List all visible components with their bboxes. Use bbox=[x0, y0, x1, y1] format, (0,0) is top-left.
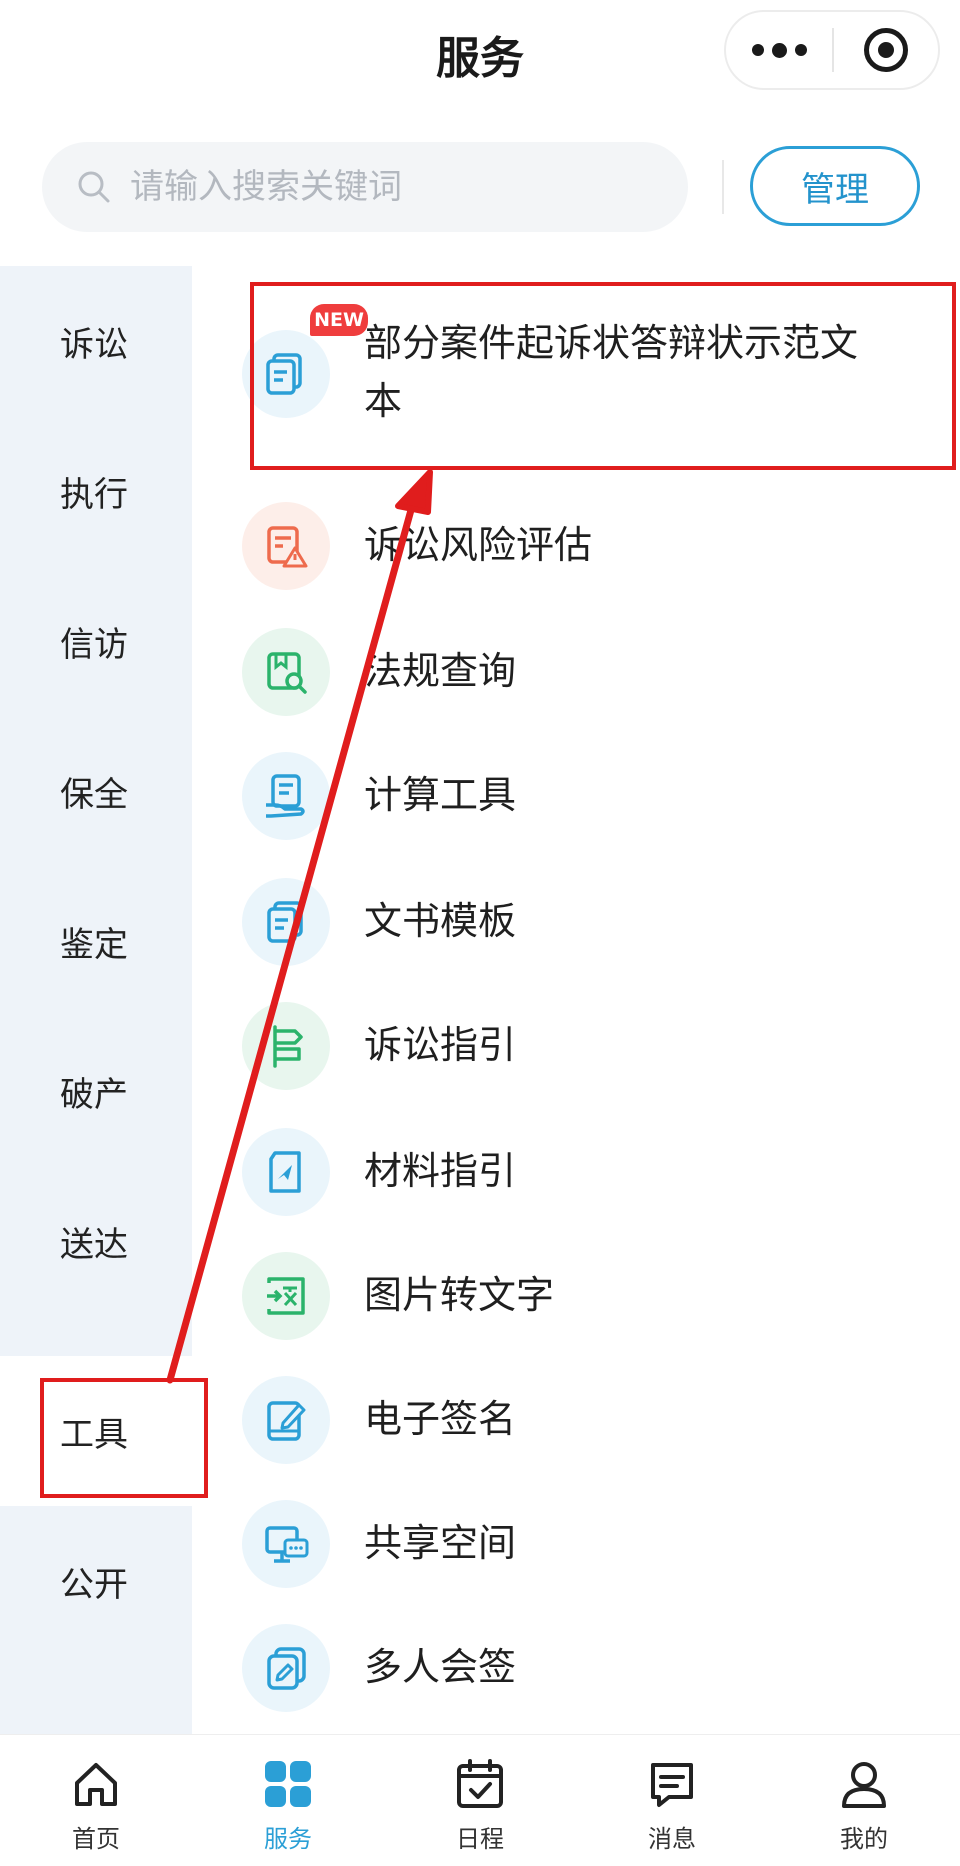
sidebar-item-petition[interactable]: 信访 bbox=[0, 566, 192, 716]
sidebar-item-preservation[interactable]: 保全 bbox=[0, 716, 192, 866]
tab-messages[interactable]: 消息 bbox=[576, 1735, 768, 1866]
dot-icon bbox=[794, 44, 807, 56]
tool-item-image-to-text[interactable]: 图片转文字 bbox=[192, 1246, 960, 1346]
category-sidebar: 诉讼 执行 信访 保全 鉴定 破产 送达 工具 公开 bbox=[0, 266, 192, 1734]
image-to-text-icon bbox=[242, 1252, 330, 1340]
sidebar-item-bankruptcy[interactable]: 破产 bbox=[0, 1016, 192, 1166]
message-icon bbox=[651, 1763, 693, 1807]
tab-schedule[interactable]: 日程 bbox=[384, 1735, 576, 1866]
risk-warning-icon bbox=[242, 502, 330, 590]
signpost-icon bbox=[242, 1002, 330, 1090]
tool-item-multi-sign[interactable]: 多人会签 bbox=[192, 1618, 960, 1718]
template-doc-icon bbox=[242, 878, 330, 966]
close-mini-program-button[interactable] bbox=[834, 12, 938, 88]
tool-item-litigation-guide[interactable]: 诉讼指引 bbox=[192, 996, 960, 1096]
calculator-doc-icon bbox=[242, 752, 330, 840]
dot-icon bbox=[751, 44, 764, 56]
tool-label: 文书模板 bbox=[364, 899, 517, 943]
tool-label: 材料指引 bbox=[364, 1149, 517, 1193]
tool-item-risk-assessment[interactable]: 诉讼风险评估 bbox=[192, 496, 960, 596]
sidebar-item-litigation[interactable]: 诉讼 bbox=[0, 266, 192, 416]
law-search-icon bbox=[242, 628, 330, 716]
tab-home[interactable]: 首页 bbox=[0, 1735, 192, 1866]
manage-button[interactable]: 管理 bbox=[750, 146, 920, 226]
material-guide-icon bbox=[242, 1128, 330, 1216]
highlight-box bbox=[250, 282, 956, 470]
shared-space-icon bbox=[242, 1500, 330, 1588]
search-bar[interactable] bbox=[42, 142, 688, 232]
tab-mine[interactable]: 我的 bbox=[768, 1735, 960, 1866]
sidebar-item-execution[interactable]: 执行 bbox=[0, 416, 192, 566]
dot-icon bbox=[771, 42, 787, 58]
tool-item-shared-space[interactable]: 共享空间 bbox=[192, 1494, 960, 1594]
home-icon bbox=[75, 1763, 117, 1806]
search-input[interactable] bbox=[130, 167, 650, 207]
nav-header: 服务 bbox=[0, 0, 960, 110]
search-divider bbox=[722, 160, 724, 214]
tool-item-material-guide[interactable]: 材料指引 bbox=[192, 1122, 960, 1222]
target-icon bbox=[863, 28, 908, 72]
tool-item-law-search[interactable]: 法规查询 bbox=[192, 622, 960, 722]
tool-label: 诉讼指引 bbox=[364, 1023, 517, 1067]
tool-item-calculator[interactable]: 计算工具 bbox=[192, 746, 960, 846]
tool-label: 图片转文字 bbox=[364, 1273, 555, 1317]
more-options-button[interactable] bbox=[726, 12, 832, 88]
mini-program-capsule bbox=[724, 10, 940, 90]
tool-label: 多人会签 bbox=[364, 1645, 517, 1689]
search-icon bbox=[78, 171, 110, 203]
user-icon bbox=[842, 1762, 886, 1808]
sidebar-item-public[interactable]: 公开 bbox=[0, 1506, 192, 1656]
sidebar-item-delivery[interactable]: 送达 bbox=[0, 1166, 192, 1316]
tool-label: 法规查询 bbox=[364, 649, 517, 693]
tool-label: 共享空间 bbox=[364, 1521, 517, 1565]
tool-label: 计算工具 bbox=[364, 773, 517, 817]
tools-highlight-box bbox=[40, 1378, 208, 1498]
tool-label: 电子签名 bbox=[364, 1397, 517, 1441]
e-signature-icon bbox=[242, 1376, 330, 1464]
tool-item-doc-template[interactable]: 文书模板 bbox=[192, 872, 960, 972]
calendar-icon bbox=[457, 1759, 503, 1808]
multi-sign-icon bbox=[242, 1624, 330, 1712]
tab-service[interactable]: 服务 bbox=[192, 1735, 384, 1866]
sidebar-item-appraisal[interactable]: 鉴定 bbox=[0, 866, 192, 1016]
grid-icon bbox=[265, 1761, 311, 1807]
tool-item-e-signature[interactable]: 电子签名 bbox=[192, 1370, 960, 1470]
bottom-tab-bar: 首页 服务 日程 消息 我的 bbox=[0, 1734, 960, 1866]
tool-label: 诉讼风险评估 bbox=[364, 523, 593, 567]
